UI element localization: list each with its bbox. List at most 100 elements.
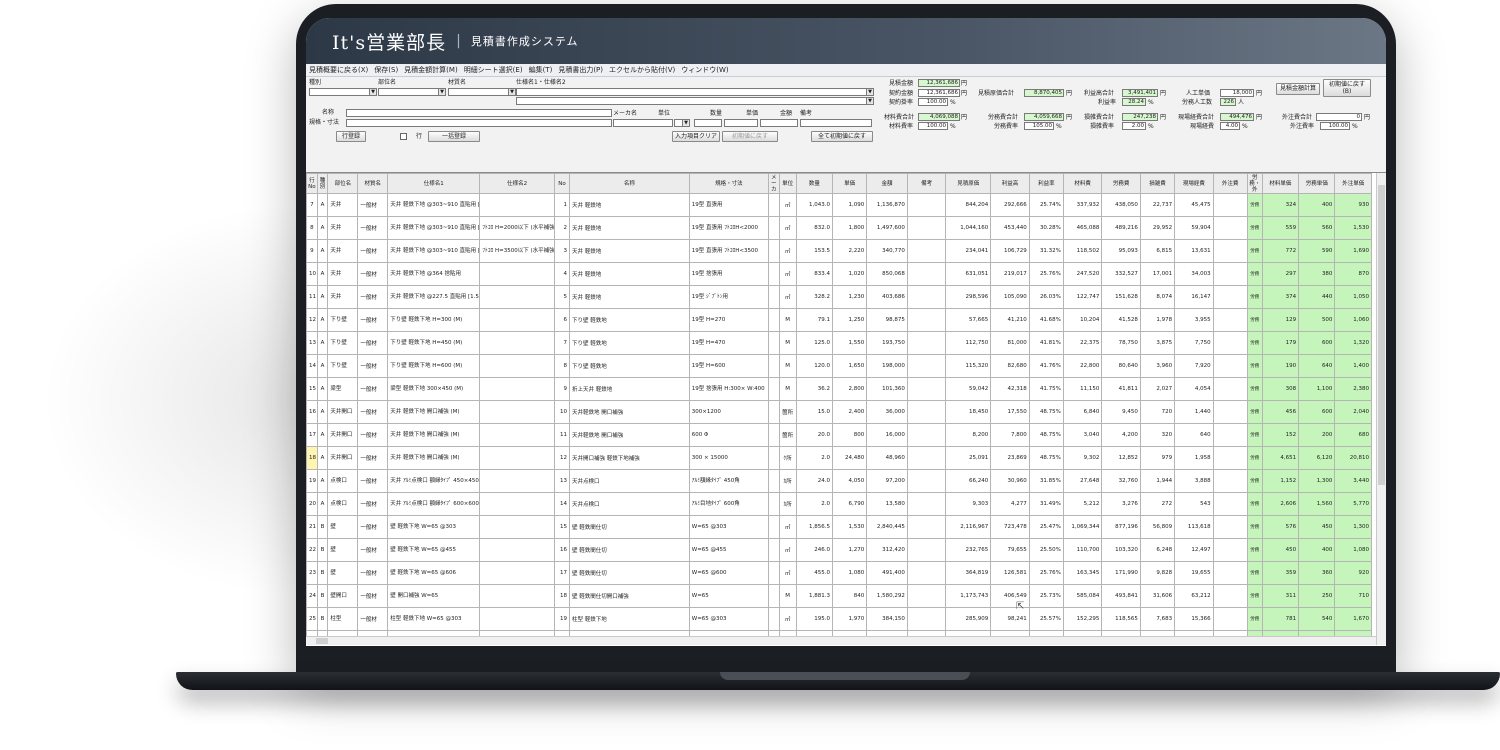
table-row[interactable]: 9A天井一般材天井 軽鉄下地 @303~910 直貼用 [3×3]ﾌﾄｺﾛ H=… xyxy=(306,239,1372,263)
cell-row[interactable]: 21 xyxy=(306,515,318,539)
cell-empty[interactable] xyxy=(906,354,947,378)
cell-profit[interactable]: 106,729 xyxy=(990,239,1030,263)
cell-lu[interactable]: 200 xyxy=(1298,423,1336,447)
cell-matc[interactable]: 22,375 xyxy=(1062,331,1103,355)
cell-dims[interactable]: 19型 捨張用 xyxy=(688,262,769,286)
part-dropdown-icon[interactable]: ▼ xyxy=(438,88,446,96)
cell-prate[interactable]: 48.75% xyxy=(1028,446,1064,470)
cell-qty[interactable]: 195.0 xyxy=(795,607,834,631)
cell-spec2[interactable]: ﾌﾄｺﾛ H=3500以下 (水平補強) xyxy=(479,239,556,263)
cell-dims[interactable]: 19型 ｼﾞﾌﾟﾄﾝ用 xyxy=(688,285,769,309)
cell-empty[interactable] xyxy=(767,377,780,401)
column-header[interactable]: 損雑費 xyxy=(1139,173,1176,194)
cell-qty[interactable]: 246.0 xyxy=(795,538,834,562)
cell-mat[interactable]: 一般材 xyxy=(357,262,389,286)
cell-lu[interactable]: 380 xyxy=(1298,262,1336,286)
cell-row[interactable]: 19 xyxy=(306,469,318,493)
cell-empty[interactable] xyxy=(906,538,947,562)
note-input[interactable] xyxy=(800,119,872,127)
cell-price[interactable]: 2,400 xyxy=(832,400,868,424)
cell-qty[interactable]: 833.4 xyxy=(795,262,834,286)
vertical-scrollbar[interactable] xyxy=(1376,173,1386,645)
cell-site[interactable]: 34,003 xyxy=(1174,262,1214,286)
dims-input[interactable] xyxy=(346,119,612,127)
cell-part[interactable]: 壁 xyxy=(327,561,359,585)
cell-cost[interactable]: 59,042 xyxy=(945,377,992,401)
cell-row[interactable]: 14 xyxy=(306,354,318,378)
cell-part[interactable]: 点検口 xyxy=(327,492,359,516)
cell-labc[interactable]: 9,450 xyxy=(1101,400,1141,424)
cell-mu[interactable]: 179 xyxy=(1261,331,1300,355)
cell-no[interactable]: 18 xyxy=(554,584,571,608)
cell-name[interactable]: 天井軽鉄地 開口補強 xyxy=(569,400,690,424)
cell-ou[interactable]: 1,300 xyxy=(1334,515,1372,539)
cell-dims[interactable]: W=65 xyxy=(688,584,769,608)
cell-part[interactable]: 天井 xyxy=(327,285,359,309)
table-row[interactable]: 19 A 点検口 一般材 天井 ｱﾙﾐ点検口 額縁ﾀｲﾌﾟ 450×450 13 天井点検口… xyxy=(306,469,1372,493)
cell-qty[interactable]: 1,043.0 xyxy=(795,193,834,217)
cell-part[interactable]: 下り壁 xyxy=(327,308,359,332)
table-row[interactable]: 21 B 壁一般材壁 軽鉄下地 W=65 @303 15 壁 軽鉄間仕切 W=65 @30… xyxy=(306,515,1372,539)
cell-part[interactable]: 天井 xyxy=(327,193,359,217)
column-header[interactable]: 利益率 xyxy=(1028,173,1064,194)
cell-misc[interactable]: 320 xyxy=(1139,423,1176,447)
cell-empty[interactable] xyxy=(906,492,947,516)
cell-no[interactable]: 1 xyxy=(554,193,571,217)
cell-misc[interactable]: 56,809 xyxy=(1139,515,1176,539)
cell-empty[interactable] xyxy=(1212,423,1248,447)
cell-spec2[interactable] xyxy=(479,400,556,424)
cell-cost[interactable]: 844,204 xyxy=(945,193,992,217)
clear-input-button[interactable]: 入力項目クリア xyxy=(672,131,720,142)
cell-name[interactable]: 壁 軽鉄間仕切 xyxy=(569,561,690,585)
column-header[interactable]: 外注費 xyxy=(1212,173,1248,194)
cell-prate[interactable]: 26.03% xyxy=(1028,285,1064,309)
cell-dims[interactable]: 19型 捨張用 H:300× W:400 xyxy=(688,377,769,401)
cell-dims[interactable]: ｱﾙﾐ額縁ﾀｲﾌﾟ 450角 xyxy=(688,469,769,493)
cell-empty[interactable] xyxy=(1212,377,1248,401)
cell-amount[interactable]: 193,750 xyxy=(866,331,908,355)
cell-name[interactable]: 天井 軽鉄地 xyxy=(569,285,690,309)
cell-kind[interactable]: A xyxy=(316,239,329,263)
cell-labc[interactable]: 80,640 xyxy=(1101,354,1141,378)
cell-empty[interactable] xyxy=(906,423,947,447)
cell-site[interactable]: 19,655 xyxy=(1174,561,1214,585)
cell-empty[interactable] xyxy=(1212,584,1248,608)
cell-unit[interactable]: M xyxy=(778,331,797,355)
cell-prate[interactable]: 31.85% xyxy=(1028,469,1064,493)
cell-spec2[interactable] xyxy=(479,423,556,447)
cell-mat[interactable]: 一般材 xyxy=(357,285,389,309)
cell-row[interactable]: 25 xyxy=(306,607,318,631)
cell-kind[interactable]: B xyxy=(316,607,329,631)
cell-no[interactable]: 5 xyxy=(554,285,571,309)
cell-row[interactable]: 12 xyxy=(306,308,318,332)
cell-empty[interactable] xyxy=(767,285,780,309)
cell-kind[interactable]: A xyxy=(316,193,329,217)
cell-matc[interactable]: 6,840 xyxy=(1062,400,1103,424)
cell-qty[interactable]: 153.5 xyxy=(795,239,834,263)
cell-profit[interactable]: 23,869 xyxy=(990,446,1030,470)
cell-site[interactable]: 4,054 xyxy=(1174,377,1214,401)
cell-matc[interactable]: 10,204 xyxy=(1062,308,1103,332)
cell-kind[interactable]: A xyxy=(316,469,329,493)
cell-mat[interactable]: 一般材 xyxy=(357,515,389,539)
cell-profit[interactable]: 41,210 xyxy=(990,308,1030,332)
menu-calc[interactable]: 見積金額計算(M) xyxy=(404,65,458,75)
cell-ou[interactable]: 1,320 xyxy=(1334,331,1372,355)
cell-lu[interactable]: 640 xyxy=(1298,354,1336,378)
cell-no[interactable]: 2 xyxy=(554,216,571,240)
cell-unit[interactable]: ㎡ xyxy=(778,607,797,631)
cell-labc[interactable]: 877,196 xyxy=(1101,515,1141,539)
cell-qty[interactable]: 79.1 xyxy=(795,308,834,332)
cell-empty[interactable] xyxy=(1212,193,1248,217)
cell-lab-kind[interactable]: 労務 xyxy=(1246,446,1263,470)
cell-misc[interactable]: 17,001 xyxy=(1139,262,1176,286)
reset-all-button[interactable]: 全て初期値に戻す xyxy=(811,131,873,142)
cell-lab-kind[interactable]: 労務 xyxy=(1246,607,1263,631)
cell-qty[interactable]: 36.2 xyxy=(795,377,834,401)
cell-lu[interactable]: 1,560 xyxy=(1298,492,1336,516)
bulk-add-button[interactable]: 一括登録 xyxy=(428,131,480,142)
cell-unit[interactable]: ㎡ xyxy=(778,285,797,309)
table-row[interactable]: 25 B 柱型 一般材 柱型 軽鉄下地 W=65 @303 19 柱型 軽鉄下地 W=65 @… xyxy=(306,607,1372,631)
cell-misc[interactable]: 31,606 xyxy=(1139,584,1176,608)
cell-qty[interactable]: 328.2 xyxy=(795,285,834,309)
